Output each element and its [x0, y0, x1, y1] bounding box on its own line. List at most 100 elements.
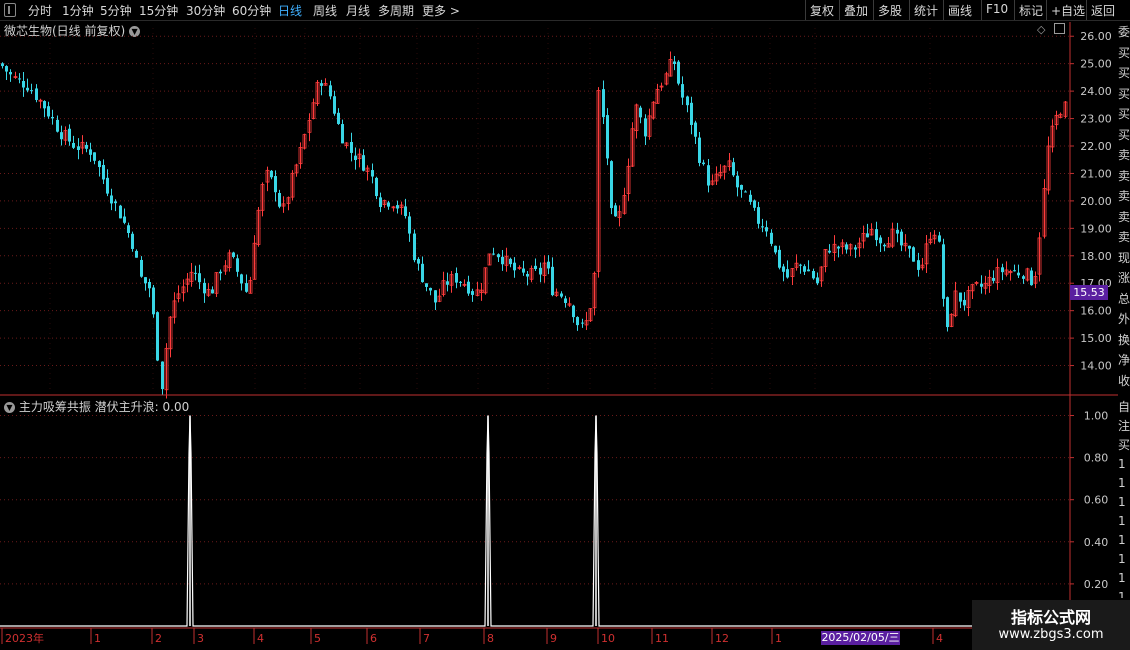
candle-body	[509, 258, 512, 265]
candle-body	[144, 277, 147, 284]
candle-body	[471, 291, 474, 295]
quote-label-14: 外	[1118, 312, 1130, 326]
candle-body	[501, 256, 504, 265]
candle-body	[89, 149, 92, 155]
candle-body	[278, 193, 281, 207]
date-label: 9	[550, 632, 557, 645]
price-tick-label: 19.00	[1080, 222, 1112, 235]
watermark-url: www.zbgs3.com	[998, 627, 1104, 642]
candle-body	[93, 152, 96, 161]
candle-body	[421, 263, 424, 283]
price-tick-label: 14.00	[1080, 360, 1112, 373]
quote-label-0: 委	[1118, 25, 1130, 39]
candle-body	[816, 277, 819, 284]
candle-body	[131, 233, 134, 249]
candle-body	[106, 177, 109, 194]
candle-body	[912, 247, 915, 262]
quote-label-15: 换	[1118, 332, 1130, 347]
candle-body	[774, 245, 777, 253]
candle-body	[1, 63, 4, 67]
candle-body	[413, 233, 416, 261]
date-label: 1	[775, 632, 782, 645]
candle-body	[1013, 270, 1016, 272]
candle-body	[156, 312, 159, 361]
candle-body	[333, 96, 336, 114]
candle-body	[812, 271, 815, 279]
candle-body	[35, 88, 38, 100]
candle-body	[47, 106, 50, 117]
candle-body	[140, 259, 143, 277]
candle-body	[845, 244, 848, 250]
candle-body	[828, 250, 831, 253]
candle-body	[681, 84, 684, 98]
trade-label-8: 1	[1118, 552, 1126, 566]
date-label: 2023年	[5, 631, 44, 645]
candle-body	[946, 297, 949, 328]
candle-body	[644, 118, 647, 137]
candle-body	[736, 175, 739, 188]
candle-body	[274, 176, 277, 193]
candle-body	[77, 146, 80, 150]
indicator-lines	[0, 415, 1070, 627]
candle-body	[203, 282, 206, 294]
candle-body	[429, 287, 432, 291]
date-label: 6	[370, 632, 377, 645]
candle-body	[417, 259, 420, 264]
date-label: 10	[601, 632, 615, 645]
candle-body	[26, 87, 29, 91]
stock-chart: 14.0015.0016.0017.0018.0019.0020.0021.00…	[0, 22, 1118, 645]
indicator-grid	[0, 415, 1070, 585]
candle-body	[404, 206, 407, 217]
quote-label-10: 卖	[1118, 230, 1130, 244]
candle-body	[883, 244, 886, 247]
candle-body	[761, 226, 764, 228]
date-label: 5	[314, 632, 321, 645]
candle-body	[341, 124, 344, 144]
candle-body	[879, 237, 882, 244]
candle-body	[56, 119, 59, 132]
candle-body	[329, 85, 332, 97]
price-tick-label: 24.00	[1080, 85, 1112, 98]
candle-body	[698, 137, 701, 163]
candle-body	[757, 207, 760, 224]
candle-body	[194, 272, 197, 274]
quote-label-1: 买	[1118, 45, 1130, 60]
candle-body	[900, 231, 903, 246]
price-tick-label: 25.00	[1080, 58, 1112, 71]
indicator-tick-label: 1.00	[1084, 410, 1109, 423]
quote-panel-strip: 委买买买买买卖卖卖卖卖现涨总外换净收	[1118, 22, 1130, 394]
candle-body	[43, 101, 46, 109]
trade-label-7: 1	[1118, 533, 1126, 547]
candle-body	[732, 162, 735, 176]
candle-body	[123, 216, 126, 223]
candle-body	[702, 162, 705, 165]
candle-body	[673, 61, 676, 65]
candle-body	[854, 247, 857, 250]
candle-body	[938, 235, 941, 242]
candle-body	[5, 66, 8, 72]
candle-body	[198, 273, 201, 283]
indicator-tick-label: 0.20	[1084, 578, 1109, 591]
candle-body	[379, 197, 382, 207]
date-label: 1	[94, 632, 101, 645]
candle-body	[539, 267, 542, 275]
candle-body	[807, 269, 810, 272]
indicator-axis: 0.20 0.40 0.60 0.80 1.00	[1070, 410, 1108, 591]
candle-body	[114, 201, 117, 204]
candle-body	[547, 261, 550, 269]
candle-body	[765, 227, 768, 232]
candle-body	[959, 292, 962, 302]
trade-label-9: 1	[1118, 571, 1126, 585]
candle-body	[350, 142, 353, 153]
date-label: 12	[715, 632, 729, 645]
candle-body	[68, 128, 71, 142]
trade-label-4: 1	[1118, 476, 1126, 490]
candle-body	[152, 287, 155, 315]
candle-body	[110, 195, 113, 204]
quote-label-3: 买	[1118, 86, 1130, 101]
candle-body	[396, 205, 399, 209]
trade-label-0: 自	[1118, 400, 1130, 414]
candle-body	[522, 268, 525, 273]
candle-body	[354, 155, 357, 161]
candle-body	[744, 191, 747, 193]
